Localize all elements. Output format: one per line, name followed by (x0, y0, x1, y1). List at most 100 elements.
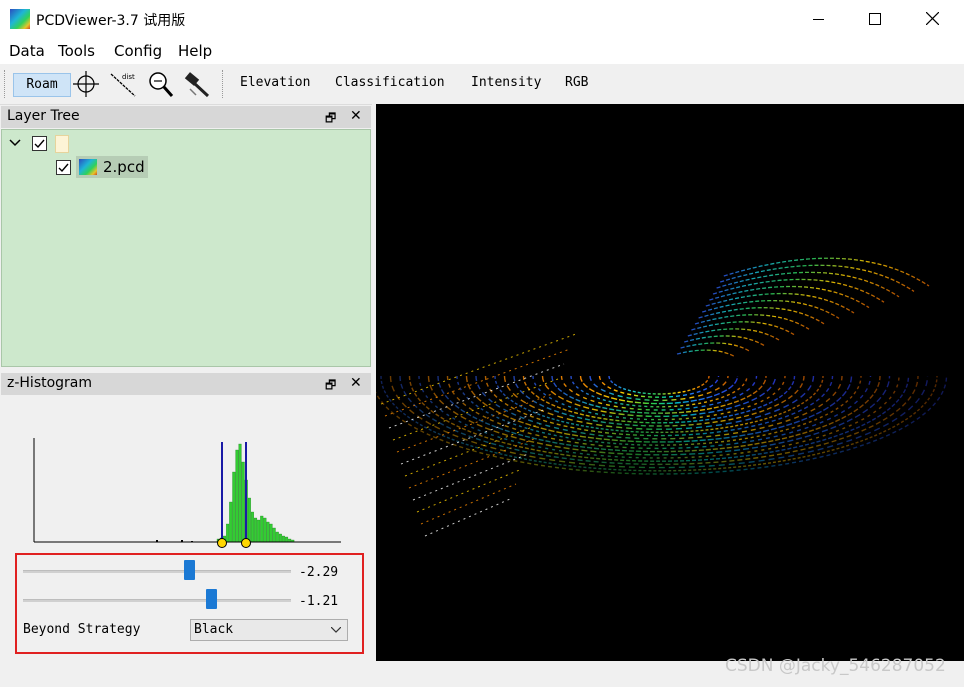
pointcloud-icon (79, 159, 97, 175)
scan-line (380, 333, 577, 405)
pointcloud-render (376, 257, 948, 537)
layer-tree: 2.pcd (1, 129, 371, 367)
toolbar: Roam dist Elevation Classification Inten… (0, 64, 964, 105)
histogram-bar (272, 527, 276, 543)
zoom-tool-button[interactable] (145, 69, 175, 99)
histogram-bar (229, 501, 233, 543)
scan-ring (376, 375, 948, 475)
menu-bar: Data Tools Config Help (0, 38, 964, 64)
rgb-mode-button[interactable]: RGB (565, 75, 588, 90)
histogram-bar (238, 443, 242, 543)
histogram-bar (226, 523, 230, 543)
root-layer-checkbox[interactable] (32, 136, 47, 151)
close-icon (926, 12, 939, 25)
scan-line (396, 393, 553, 453)
window-title: PCDViewer-3.7 试用版 (36, 13, 186, 29)
close-window-button[interactable] (904, 0, 962, 38)
scan-ring (705, 292, 855, 314)
distance-icon: dist (110, 73, 136, 97)
classification-mode-button[interactable]: Classification (335, 75, 445, 90)
scan-ring (691, 321, 795, 336)
menu-help[interactable]: Help (178, 42, 212, 60)
maximize-button[interactable] (846, 0, 904, 38)
distance-tool-button[interactable]: dist (108, 69, 138, 99)
elevation-mode-button[interactable]: Elevation (240, 75, 310, 90)
histogram-bar (250, 511, 254, 543)
histogram-close-icon[interactable]: ✕ (350, 375, 362, 391)
histogram-header: z-Histogram 🗗 ✕ (1, 373, 371, 395)
histogram-bar (281, 535, 285, 543)
crosshair-tool-button[interactable] (71, 69, 101, 99)
file-layer-label[interactable]: 2.pcd (103, 158, 145, 176)
file-layer-checkbox[interactable] (56, 160, 71, 175)
svg-text:dist: dist (122, 73, 135, 81)
toolbar-grip-2[interactable] (222, 70, 226, 98)
histogram-float-icon[interactable]: 🗗 (325, 376, 336, 397)
menu-config[interactable]: Config (114, 42, 162, 60)
crosshair-icon (73, 71, 99, 97)
histogram-bars (156, 443, 295, 543)
histogram-bar (275, 531, 279, 543)
histogram-bar (232, 471, 236, 543)
histogram-bar (241, 461, 245, 543)
app-icon (10, 9, 30, 29)
zoom-icon (149, 72, 174, 97)
scan-ring (680, 342, 750, 352)
upper-slider-track[interactable] (23, 599, 291, 602)
bounds-control-group: -2.29 -1.21 Beyond Strategy Black (15, 553, 364, 654)
scan-ring (687, 328, 780, 341)
watermark: CSDN @Jacky_546287052 (725, 656, 946, 676)
histogram-bar (260, 515, 264, 543)
scan-ring (712, 278, 885, 303)
hammer-icon (184, 72, 210, 98)
upper-bound-handle (241, 538, 251, 548)
histogram-bar (266, 521, 270, 543)
pointcloud-viewport[interactable] (376, 104, 964, 661)
folder-icon (55, 135, 69, 153)
scan-line (392, 378, 559, 441)
layer-tree-float-icon[interactable]: 🗗 (325, 109, 336, 130)
histogram-bar (263, 517, 267, 543)
layer-tree-header: Layer Tree 🗗 ✕ (1, 106, 371, 128)
scan-ring (698, 307, 825, 325)
menu-data[interactable]: Data (9, 42, 45, 60)
scan-line (404, 423, 541, 477)
strategy-select[interactable]: Black (190, 619, 348, 641)
intensity-mode-button[interactable]: Intensity (471, 75, 541, 90)
scan-line (424, 498, 511, 537)
toolbar-grip[interactable] (4, 70, 8, 98)
histogram-bar (247, 497, 251, 543)
minimize-button[interactable] (790, 0, 848, 38)
histogram-bar (254, 517, 258, 543)
histogram-bar (269, 523, 273, 543)
roam-button[interactable]: Roam (13, 73, 71, 97)
histogram-title: z-Histogram (7, 375, 93, 391)
lower-slider-thumb[interactable] (184, 560, 196, 580)
strategy-label: Beyond Strategy (23, 622, 141, 637)
scan-line (412, 453, 529, 501)
scan-ring (676, 349, 735, 357)
minimize-icon (813, 19, 824, 20)
scan-rings (376, 257, 948, 537)
lower-slider-track[interactable] (23, 570, 291, 573)
lower-bound-handle (217, 538, 227, 548)
histogram-bar (285, 536, 289, 543)
menu-tools[interactable]: Tools (58, 42, 95, 60)
histogram-bar (278, 533, 282, 543)
upper-slider-thumb[interactable] (205, 589, 217, 609)
maximize-icon (869, 13, 881, 25)
chevron-down-icon[interactable] (9, 138, 21, 148)
layer-tree-close-icon[interactable]: ✕ (350, 108, 362, 124)
lower-value: -2.29 (299, 565, 339, 580)
histogram-bar (257, 519, 261, 543)
upper-value: -1.21 (299, 594, 339, 609)
pick-tool-button[interactable] (182, 69, 212, 99)
scan-line (416, 468, 523, 513)
strategy-select-value: Black (194, 622, 234, 637)
title-bar: PCDViewer-3.7 试用版 (0, 0, 964, 38)
layer-tree-title: Layer Tree (7, 108, 80, 124)
histogram-bar (235, 449, 239, 543)
histogram-chart (33, 438, 341, 548)
chevron-down-icon (331, 627, 341, 633)
scan-ring (702, 299, 840, 319)
